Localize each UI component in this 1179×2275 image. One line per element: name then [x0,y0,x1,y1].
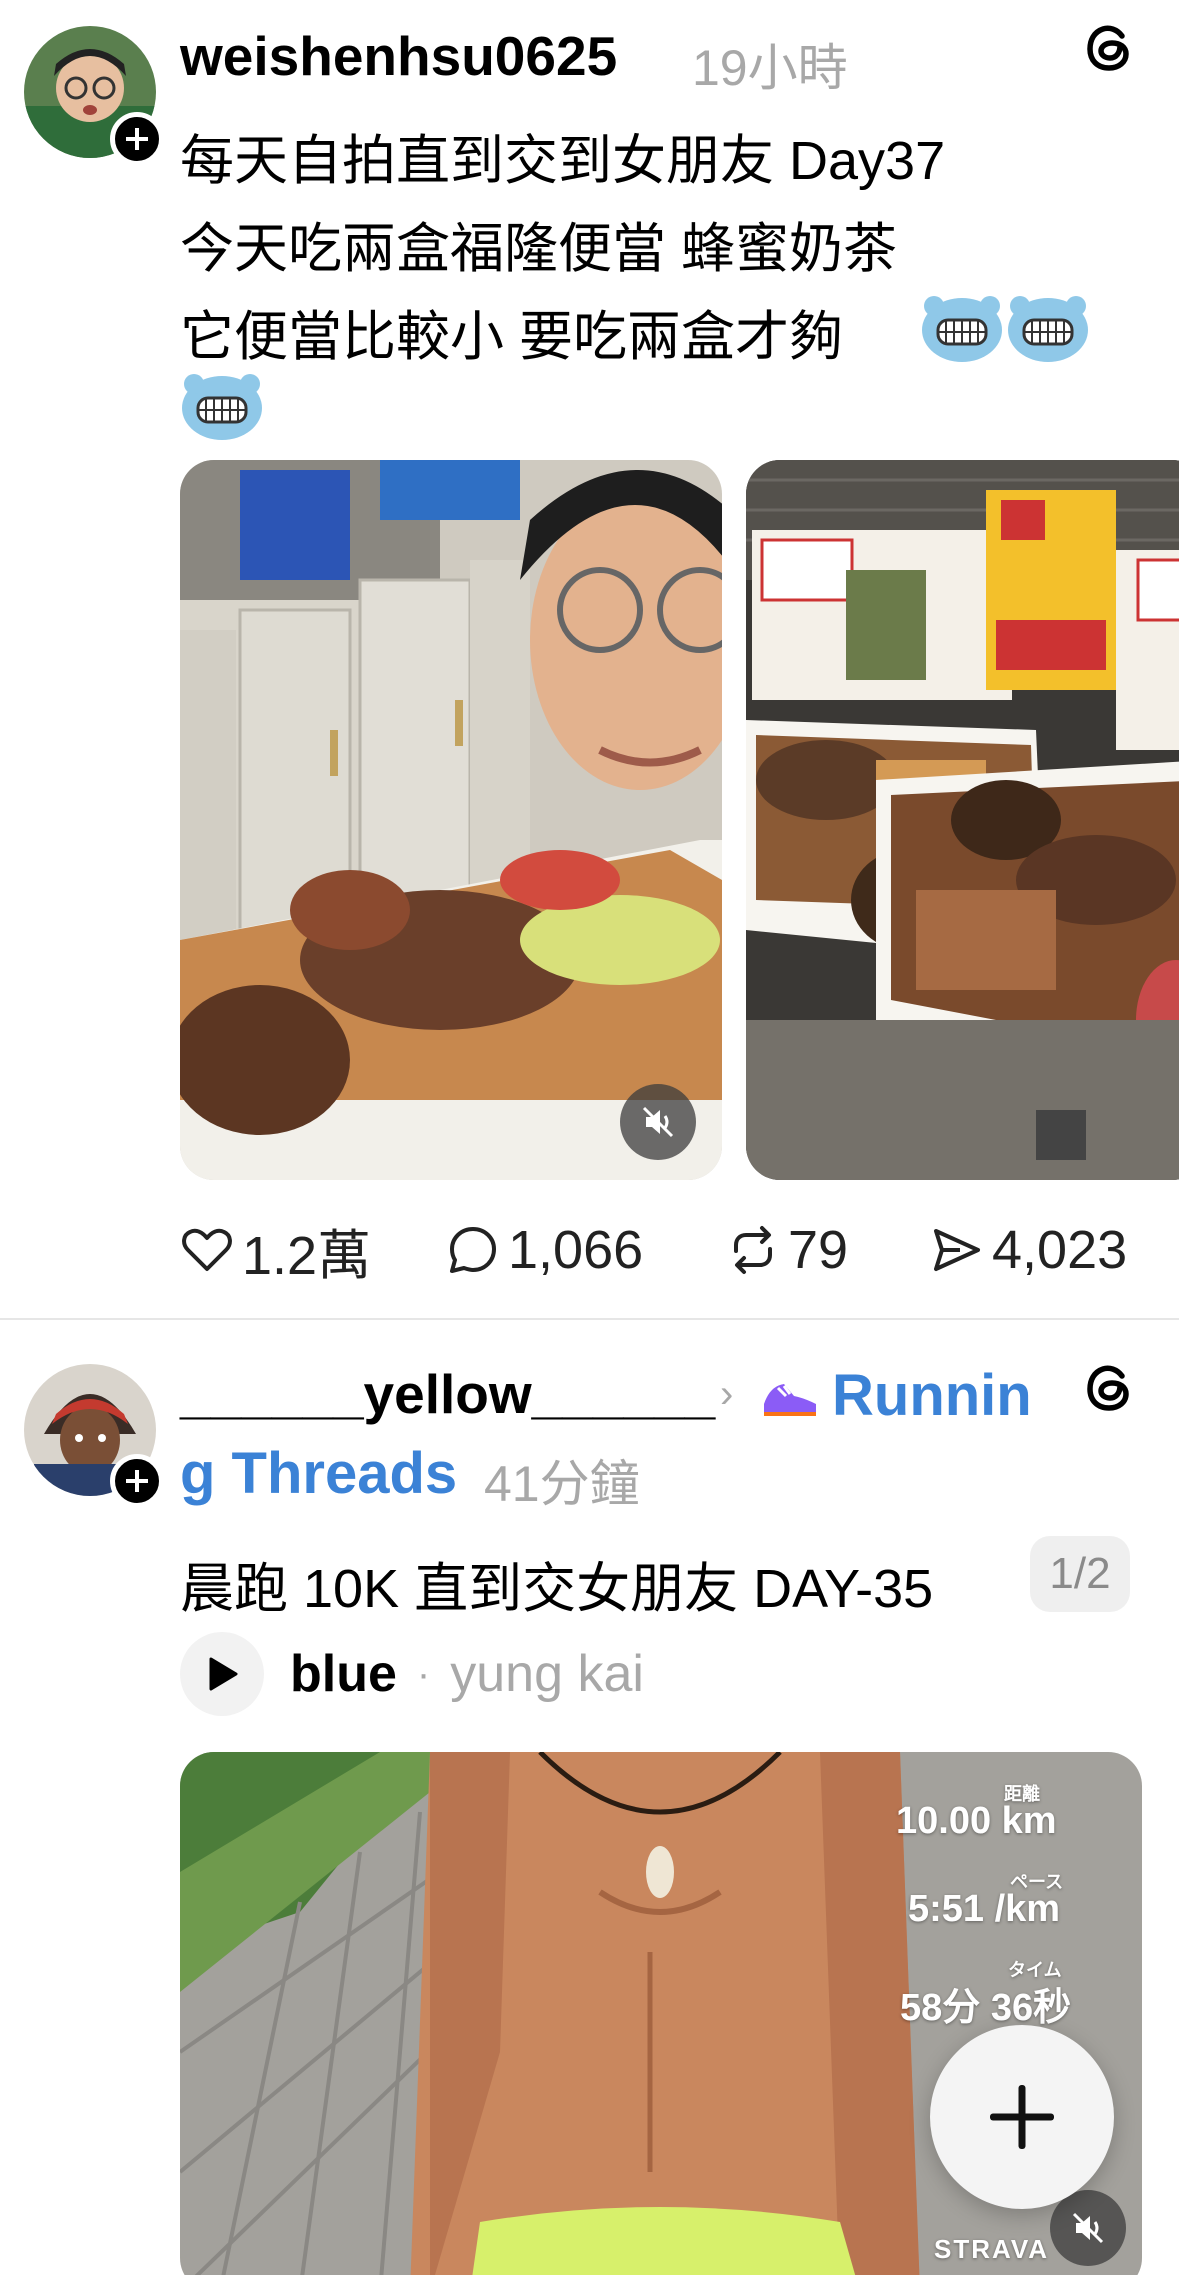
username[interactable]: weishenhsu0625 [180,24,617,88]
running-shoe-icon [764,1384,816,1416]
mute-icon[interactable] [620,1084,696,1160]
repost-icon [734,1226,772,1274]
comment-button[interactable]: 1,066 [446,1215,643,1285]
username[interactable]: ______yellow______ [180,1362,715,1426]
grin-emoji-icon [1008,296,1088,362]
post-text: 晨跑 10K 直到交女朋友 DAY-35 [180,1559,934,1619]
grin-emoji-icon [182,374,262,440]
post-divider [0,1318,1179,1320]
post-time: 41分鐘 [484,1456,640,1512]
comment-count: 1,066 [508,1220,644,1280]
threads-icon[interactable] [1082,1360,1138,1416]
comment-icon [450,1227,496,1273]
follow-plus-icon[interactable] [110,1454,164,1508]
play-button[interactable] [180,1632,264,1716]
share-icon [934,1229,980,1271]
heart-icon [182,1228,232,1271]
threads-icon[interactable] [1082,20,1138,76]
follow-plus-icon[interactable] [110,112,164,166]
post-video-1[interactable] [180,460,722,1180]
post-text-line-2: 今天吃兩盒福隆便當 蜂蜜奶茶 [180,219,898,279]
share-button[interactable]: 4,023 [930,1215,1127,1285]
chevron-right-icon: › [720,1372,734,1416]
strava-logo: STRAVA [934,2234,1050,2264]
post-image-2[interactable] [746,460,1179,1180]
repost-count: 79 [788,1220,849,1280]
song-title: blue [290,1645,397,1703]
community-link[interactable]: g Threads [180,1440,457,1507]
page-indicator: 1/2 [1030,1536,1130,1612]
post-text-line-1: 每天自拍直到交到女朋友 Day37 [180,131,946,191]
mute-icon[interactable] [1050,2190,1126,2266]
time-value: 58分 36秒 [900,1987,1072,2029]
post-text-line-3: 它便當比較小 要吃兩盒才夠 [180,307,844,367]
grin-emoji-icon [922,296,1002,362]
community-link[interactable]: Runnin [832,1362,1032,1429]
music-attachment[interactable]: blue · yung kai [180,1632,644,1716]
pace-value: 5:51 /km [908,1888,1061,1930]
like-count: 1.2萬 [242,1225,372,1286]
separator: · [416,1651,431,1696]
play-icon [209,1657,238,1691]
artist-name: yung kai [450,1645,644,1703]
new-post-plus-icon[interactable] [930,2025,1114,2209]
like-button[interactable]: 1.2萬 [180,1215,371,1286]
repost-button[interactable]: 79 [726,1215,848,1285]
distance-value: 10.00 km [896,1800,1057,1842]
share-count: 4,023 [992,1220,1128,1280]
post-time: 19小時 [692,40,848,96]
